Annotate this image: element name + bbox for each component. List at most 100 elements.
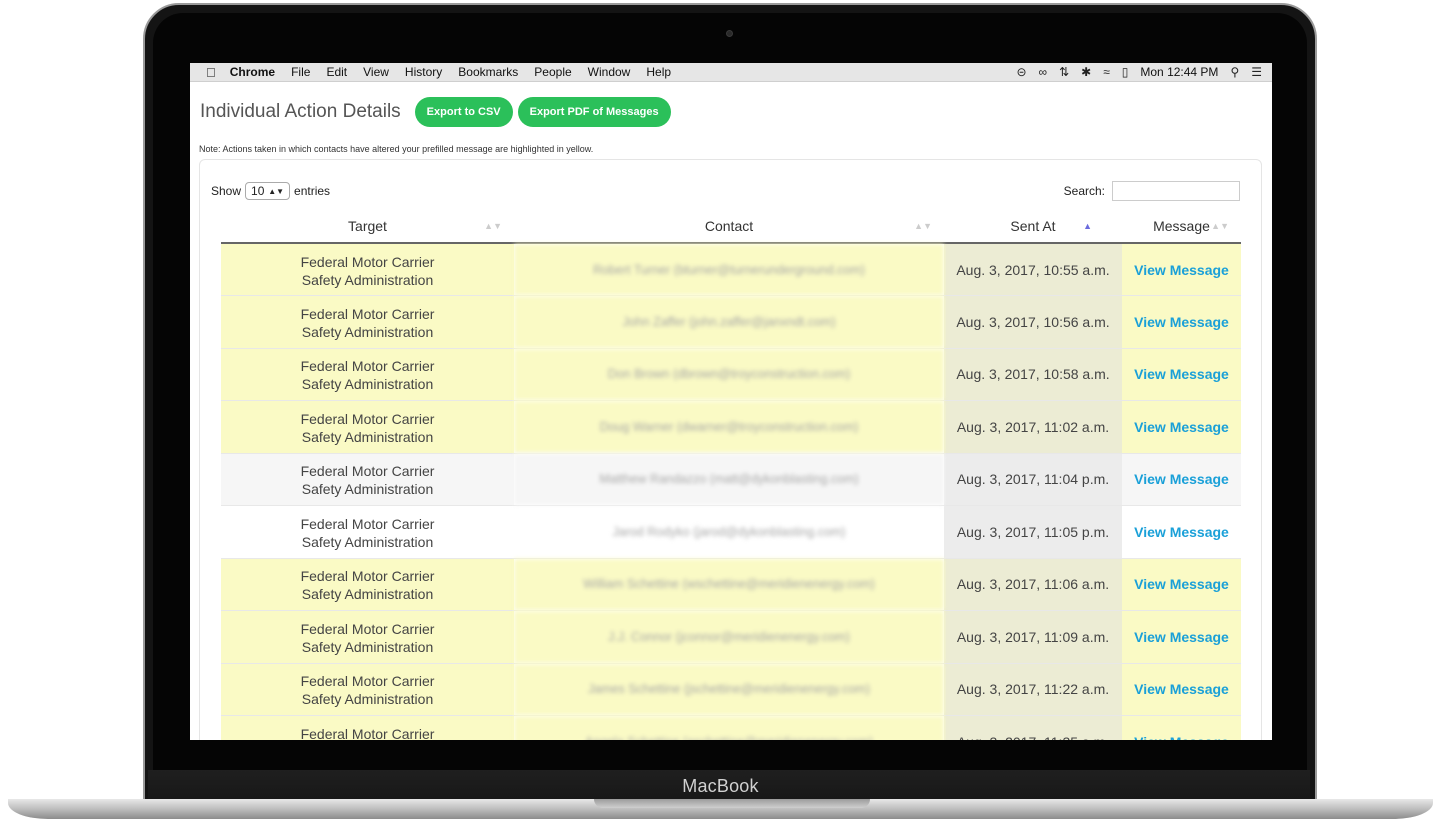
show-label: Show	[211, 184, 242, 198]
table-row: Federal Motor Carrier Safety Administrat…	[221, 558, 1241, 611]
column-header-message[interactable]: Message ▲▼	[1122, 209, 1241, 244]
cell-contact: Angela Schettine (aschettine@meridienene…	[514, 715, 944, 740]
bluetooth-icon[interactable]: ✱	[1081, 65, 1091, 79]
do-not-disturb-icon[interactable]: ⊝	[1016, 65, 1026, 79]
search-area: Search:	[1064, 181, 1240, 201]
menu-view[interactable]: View	[363, 65, 389, 79]
table-row: Federal Motor Carrier Safety Administrat…	[221, 348, 1241, 401]
column-header-label: Message	[1153, 217, 1210, 234]
column-header-label: Contact	[704, 217, 754, 234]
cell-message: View Message	[1122, 610, 1241, 664]
cell-sent-at: Aug. 3, 2017, 11:05 p.m.	[944, 505, 1122, 559]
view-message-link[interactable]: View Message	[1134, 366, 1229, 382]
menu-app-name[interactable]: Chrome	[230, 65, 275, 79]
table-row: Federal Motor Carrier Safety Administrat…	[221, 243, 1241, 296]
entries-select[interactable]: 10 ▲▼	[245, 182, 291, 200]
cell-target: Federal Motor Carrier Safety Administrat…	[221, 715, 514, 740]
menu-history[interactable]: History	[405, 65, 442, 79]
laptop-notch	[594, 799, 870, 808]
menu-file[interactable]: File	[291, 65, 310, 79]
cell-target: Federal Motor Carrier Safety Administrat…	[221, 610, 514, 664]
cell-target: Federal Motor Carrier Safety Administrat…	[221, 243, 514, 296]
cell-contact: Robert Turner (bturner@turnerunderground…	[514, 243, 944, 296]
view-message-link[interactable]: View Message	[1134, 314, 1229, 330]
table-body: Federal Motor Carrier Safety Administrat…	[221, 243, 1241, 740]
menu-edit[interactable]: Edit	[326, 65, 347, 79]
device-brand: MacBook	[682, 776, 759, 796]
cell-target: Federal Motor Carrier Safety Administrat…	[221, 348, 514, 401]
cell-message: View Message	[1122, 558, 1241, 611]
cell-target: Federal Motor Carrier Safety Administrat…	[221, 295, 514, 349]
export-pdf-button[interactable]: Export PDF of Messages	[517, 96, 671, 127]
table-row: Federal Motor Carrier Safety Administrat…	[221, 295, 1241, 349]
entries-label: entries	[294, 184, 331, 198]
table-row: Federal Motor Carrier Safety Administrat…	[221, 400, 1241, 454]
cell-target: Federal Motor Carrier Safety Administrat…	[221, 558, 514, 611]
screen:  Chrome File Edit View History Bookmark…	[190, 63, 1272, 740]
search-input[interactable]	[1112, 181, 1240, 201]
cell-contact: Doug Warner (dwarner@troyconstruction.co…	[514, 400, 944, 454]
cell-sent-at: Aug. 3, 2017, 11:06 a.m.	[944, 558, 1122, 611]
cell-sent-at: Aug. 3, 2017, 10:55 a.m.	[944, 243, 1122, 296]
view-message-link[interactable]: View Message	[1134, 734, 1229, 740]
view-message-link[interactable]: View Message	[1134, 576, 1229, 592]
entries-value: 10	[251, 184, 265, 198]
view-message-link[interactable]: View Message	[1134, 419, 1229, 435]
cell-contact: James Schettine (jschettine@meridienener…	[514, 663, 944, 716]
menubar-status-area: ⊝ ∞ ⇅ ✱ ≈ ▯ Mon 12:44 PM ⚲ ☰	[1016, 65, 1262, 79]
sort-icon: ▲▼	[484, 221, 502, 231]
column-header-sent-at[interactable]: Sent At ▲	[944, 209, 1122, 244]
view-message-link[interactable]: View Message	[1134, 524, 1229, 540]
cell-message: View Message	[1122, 505, 1241, 559]
cell-contact: Jarod Rodyko (jarod@dykonblasting.com)	[514, 505, 944, 559]
camera-icon	[726, 30, 733, 37]
cell-contact: William Schettine (wschettine@meridienen…	[514, 558, 944, 611]
menu-bookmarks[interactable]: Bookmarks	[458, 65, 518, 79]
table-header-row: Target ▲▼ Contact ▲▼ Sent At ▲ Message ▲▼	[221, 209, 1241, 244]
cell-message: View Message	[1122, 453, 1241, 506]
wifi-icon[interactable]: ≈	[1103, 65, 1110, 79]
menubar-clock[interactable]: Mon 12:44 PM	[1140, 65, 1218, 79]
menu-people[interactable]: People	[534, 65, 571, 79]
table-row: Federal Motor Carrier Safety Administrat…	[221, 453, 1241, 506]
column-header-target[interactable]: Target ▲▼	[221, 209, 514, 244]
cell-contact: Don Brown (dbrown@troyconstruction.com)	[514, 348, 944, 401]
table-row: Federal Motor Carrier Safety Administrat…	[221, 505, 1241, 559]
cell-message: View Message	[1122, 663, 1241, 716]
table-row: Federal Motor Carrier Safety Administrat…	[221, 663, 1241, 716]
select-arrows-icon: ▲▼	[268, 186, 285, 196]
cell-sent-at: Aug. 3, 2017, 10:56 a.m.	[944, 295, 1122, 349]
cell-sent-at: Aug. 3, 2017, 11:02 a.m.	[944, 400, 1122, 454]
cell-contact: Matthew Randazzo (matt@dykonblasting.com…	[514, 453, 944, 506]
export-csv-button[interactable]: Export to CSV	[414, 96, 513, 127]
view-message-link[interactable]: View Message	[1134, 471, 1229, 487]
apple-icon[interactable]: 	[206, 65, 216, 80]
table-controls: Show 10 ▲▼ entries Search:	[211, 179, 1240, 203]
list-icon[interactable]: ☰	[1251, 65, 1262, 79]
sync-icon[interactable]: ⇅	[1059, 65, 1069, 79]
sort-asc-icon: ▲	[1083, 221, 1092, 231]
page-header: Individual Action Details Export to CSV …	[190, 82, 1272, 130]
cell-message: View Message	[1122, 400, 1241, 454]
cell-message: View Message	[1122, 715, 1241, 740]
search-label: Search:	[1063, 184, 1105, 198]
creative-cloud-icon[interactable]: ∞	[1039, 65, 1048, 79]
view-message-link[interactable]: View Message	[1134, 681, 1229, 697]
view-message-link[interactable]: View Message	[1134, 629, 1229, 645]
cell-message: View Message	[1122, 243, 1241, 296]
cell-message: View Message	[1122, 295, 1241, 349]
menu-window[interactable]: Window	[588, 65, 631, 79]
table-row: Federal Motor Carrier Safety Administrat…	[221, 610, 1241, 664]
cell-sent-at: Aug. 3, 2017, 11:09 a.m.	[944, 610, 1122, 664]
column-header-contact[interactable]: Contact ▲▼	[514, 209, 944, 244]
view-message-link[interactable]: View Message	[1134, 262, 1229, 278]
column-header-label: Target	[348, 217, 387, 234]
mac-menubar:  Chrome File Edit View History Bookmark…	[190, 63, 1272, 82]
table-row: Federal Motor Carrier Safety Administrat…	[221, 715, 1241, 740]
cell-message: View Message	[1122, 348, 1241, 401]
search-icon[interactable]: ⚲	[1230, 65, 1239, 79]
battery-icon[interactable]: ▯	[1122, 65, 1129, 79]
menu-help[interactable]: Help	[646, 65, 671, 79]
cell-sent-at: Aug. 3, 2017, 11:22 a.m.	[944, 663, 1122, 716]
cell-target: Federal Motor Carrier Safety Administrat…	[221, 663, 514, 716]
